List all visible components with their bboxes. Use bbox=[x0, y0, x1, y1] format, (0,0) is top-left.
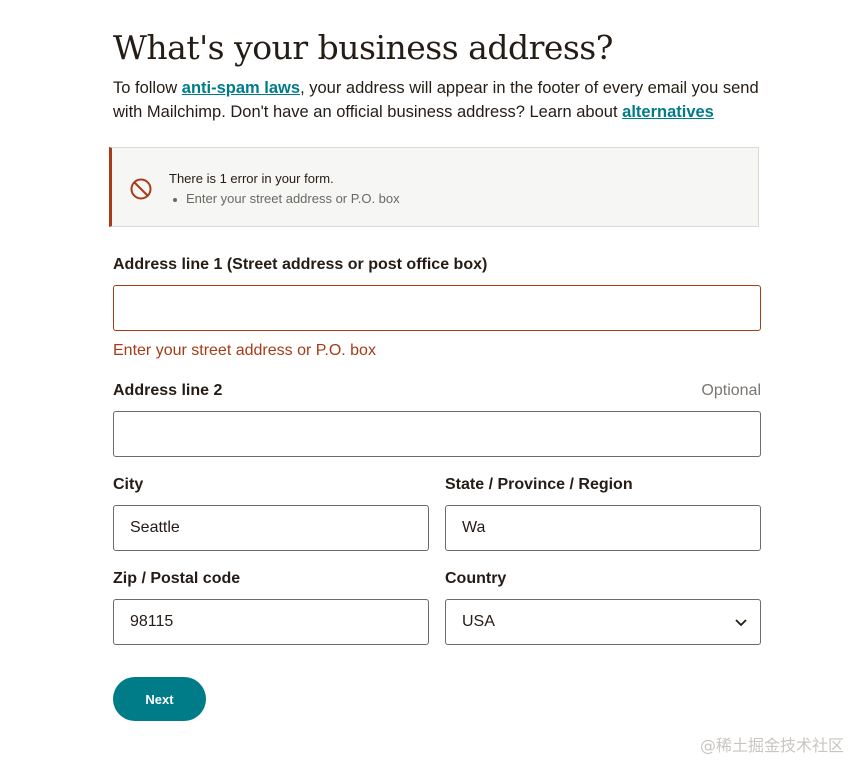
state-input[interactable] bbox=[445, 505, 761, 551]
alternatives-link[interactable]: alternatives bbox=[622, 103, 714, 121]
country-select[interactable]: USA bbox=[445, 599, 761, 645]
address-line-2-input[interactable] bbox=[113, 411, 761, 457]
country-selected-value: USA bbox=[462, 613, 495, 630]
zip-input[interactable] bbox=[113, 599, 429, 645]
intro-text-part: To follow bbox=[113, 79, 182, 97]
country-label: Country bbox=[445, 570, 507, 587]
error-summary-list: Enter your street address or P.O. box bbox=[173, 191, 400, 206]
city-label: City bbox=[113, 476, 144, 493]
prohibited-icon bbox=[130, 178, 152, 200]
city-input[interactable] bbox=[113, 505, 429, 551]
page-title: What's your business address? bbox=[113, 28, 613, 67]
error-summary: There is 1 error in your form. Enter you… bbox=[109, 147, 759, 227]
optional-tag: Optional bbox=[701, 382, 761, 399]
error-summary-title: There is 1 error in your form. bbox=[169, 171, 334, 186]
intro-text: To follow anti-spam laws, your address w… bbox=[113, 76, 773, 124]
address-line-1-error: Enter your street address or P.O. box bbox=[113, 342, 376, 359]
anti-spam-laws-link[interactable]: anti-spam laws bbox=[182, 79, 300, 97]
chevron-down-icon bbox=[735, 619, 747, 627]
address-line-1-label: Address line 1 (Street address or post o… bbox=[113, 256, 488, 273]
error-summary-item[interactable]: Enter your street address or P.O. box bbox=[173, 191, 400, 206]
address-line-1-input[interactable] bbox=[113, 285, 761, 331]
watermark: @稀土掘金技术社区 bbox=[700, 736, 845, 755]
state-label: State / Province / Region bbox=[445, 476, 633, 493]
zip-label: Zip / Postal code bbox=[113, 570, 241, 587]
address-line-2-label: Address line 2 bbox=[113, 382, 223, 399]
next-button[interactable]: Next bbox=[113, 677, 206, 721]
